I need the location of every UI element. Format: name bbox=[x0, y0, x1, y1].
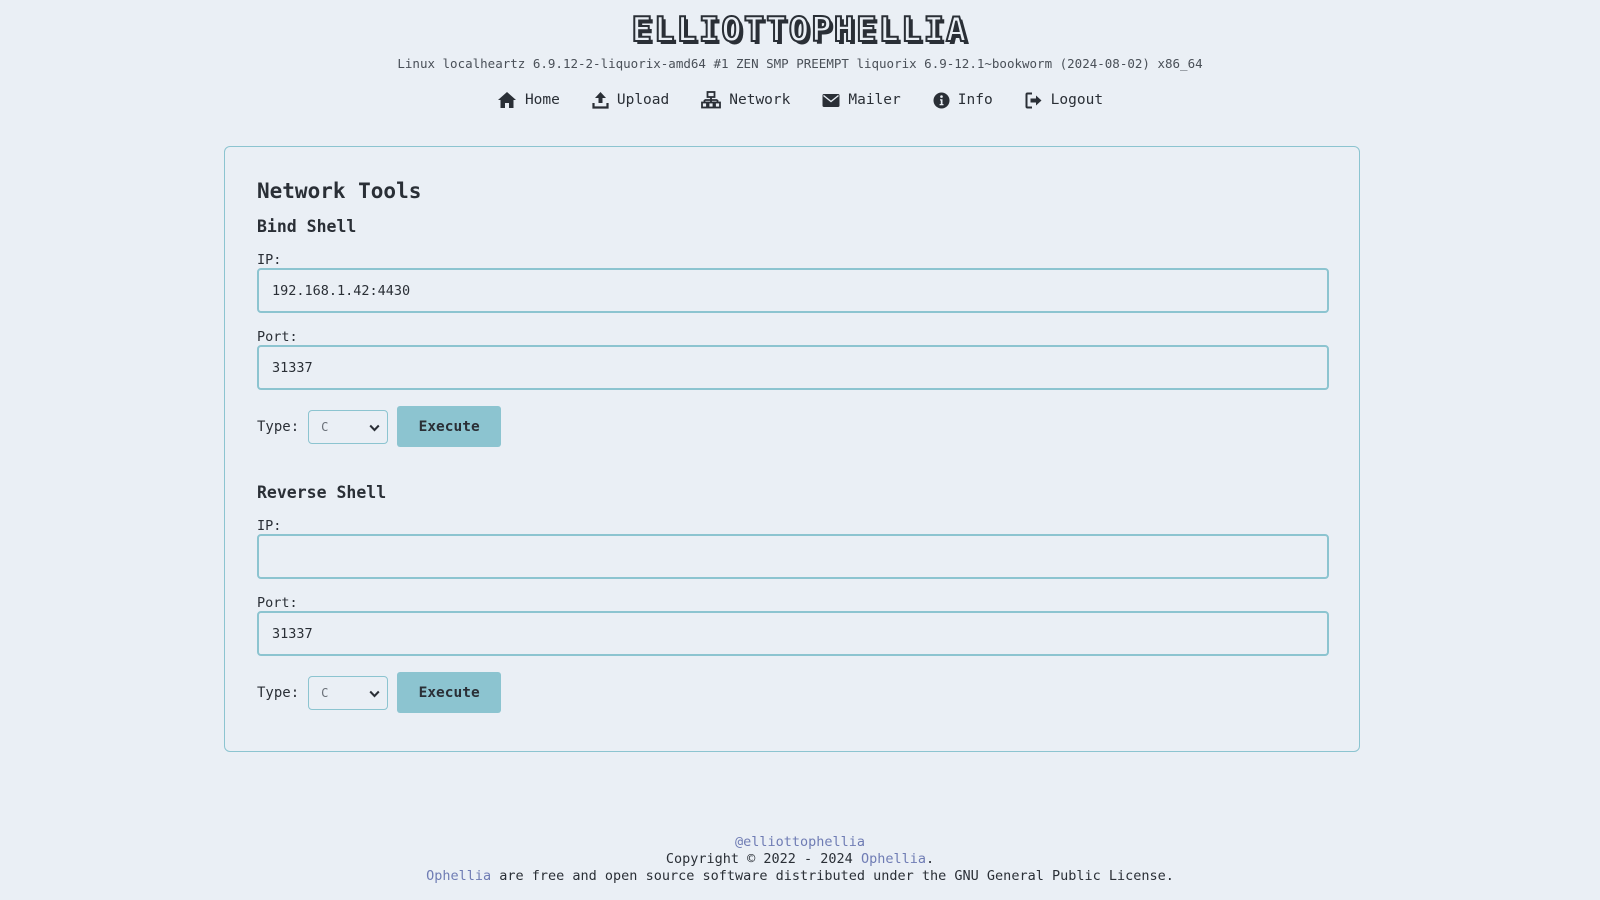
nav-item-label: Upload bbox=[616, 92, 670, 108]
nav-item-info[interactable]: Info bbox=[933, 91, 993, 109]
reverse-execute-button[interactable]: Execute bbox=[397, 672, 502, 713]
network-icon bbox=[701, 91, 722, 109]
nav-item-label: Network bbox=[729, 92, 791, 108]
site-logo[interactable]: ELLIOTTOPHELLIA bbox=[630, 9, 968, 51]
copyright-line: Copyright © 2022 - 2024 Ophellia. bbox=[0, 851, 1600, 868]
bind-type-label: Type: bbox=[257, 418, 300, 435]
ophellia-link[interactable]: Ophellia bbox=[861, 851, 926, 867]
reverse-type-selected: C bbox=[321, 685, 329, 700]
bind-execute-button[interactable]: Execute bbox=[397, 406, 502, 447]
nav-item-label: Logout bbox=[1050, 92, 1104, 108]
home-icon bbox=[497, 91, 517, 109]
chevron-down-icon bbox=[369, 422, 380, 436]
bind-ip-label: IP: bbox=[257, 252, 282, 268]
nav-item-label: Mailer bbox=[848, 92, 901, 108]
nav-item-logout[interactable]: Logout bbox=[1025, 91, 1103, 109]
bind-type-select[interactable]: C bbox=[308, 409, 389, 444]
reverse-type-row: Type: C Execute bbox=[257, 672, 1327, 713]
bind-type-row: Type: C Execute bbox=[257, 406, 1327, 447]
bind-shell-heading: Bind Shell bbox=[257, 217, 357, 236]
license-text: are free and open source software distri… bbox=[491, 868, 1174, 884]
license-line: Ophellia are free and open source softwa… bbox=[0, 868, 1600, 885]
nav-item-label: Info bbox=[957, 92, 993, 108]
reverse-ip-input[interactable] bbox=[257, 534, 1329, 579]
footer: @elliottophellia Copyright © 2022 - 2024… bbox=[0, 834, 1600, 885]
reverse-port-input[interactable] bbox=[257, 611, 1329, 656]
reverse-type-label: Type: bbox=[257, 684, 300, 701]
info-icon bbox=[933, 92, 950, 109]
nav-item-home[interactable]: Home bbox=[497, 91, 560, 109]
kernel-info: Linux localheartz 6.9.12-2-liquorix-amd6… bbox=[397, 56, 1203, 71]
bind-port-label: Port: bbox=[257, 329, 298, 345]
upload-icon bbox=[592, 91, 609, 109]
chevron-down-icon bbox=[369, 688, 380, 702]
nav-item-mailer[interactable]: Mailer bbox=[822, 91, 901, 109]
nav-item-network[interactable]: Network bbox=[701, 91, 790, 109]
page-title: Network Tools bbox=[257, 179, 422, 203]
copyright-suffix: . bbox=[925, 851, 935, 867]
reverse-port-label: Port: bbox=[257, 595, 298, 611]
reverse-ip-label: IP: bbox=[257, 518, 282, 534]
main-nav: Home Upload Network Mailer Info Logout bbox=[0, 91, 1600, 109]
bind-shell-section: Bind Shell IP: Port: Type: C Execute bbox=[257, 217, 1329, 447]
nav-item-upload[interactable]: Upload bbox=[592, 91, 669, 109]
envelope-icon bbox=[822, 93, 840, 108]
bind-ip-input[interactable] bbox=[257, 268, 1329, 313]
reverse-shell-section: Reverse Shell IP: Port: Type: C Execute bbox=[257, 483, 1329, 713]
bind-port-input[interactable] bbox=[257, 345, 1329, 390]
logout-icon bbox=[1025, 92, 1043, 109]
nav-item-label: Home bbox=[524, 92, 560, 108]
author-handle-link[interactable]: @elliottophellia bbox=[735, 834, 865, 850]
reverse-shell-heading: Reverse Shell bbox=[257, 483, 387, 502]
ophellia-license-link[interactable]: Ophellia bbox=[426, 868, 491, 884]
header: ELLIOTTOPHELLIA Linux localheartz 6.9.12… bbox=[0, 0, 1600, 109]
network-tools-panel: Network Tools Bind Shell IP: Port: Type:… bbox=[224, 146, 1360, 752]
reverse-type-select[interactable]: C bbox=[308, 675, 389, 710]
copyright-prefix: Copyright © 2022 - 2024 bbox=[665, 851, 861, 867]
bind-type-selected: C bbox=[321, 419, 329, 434]
